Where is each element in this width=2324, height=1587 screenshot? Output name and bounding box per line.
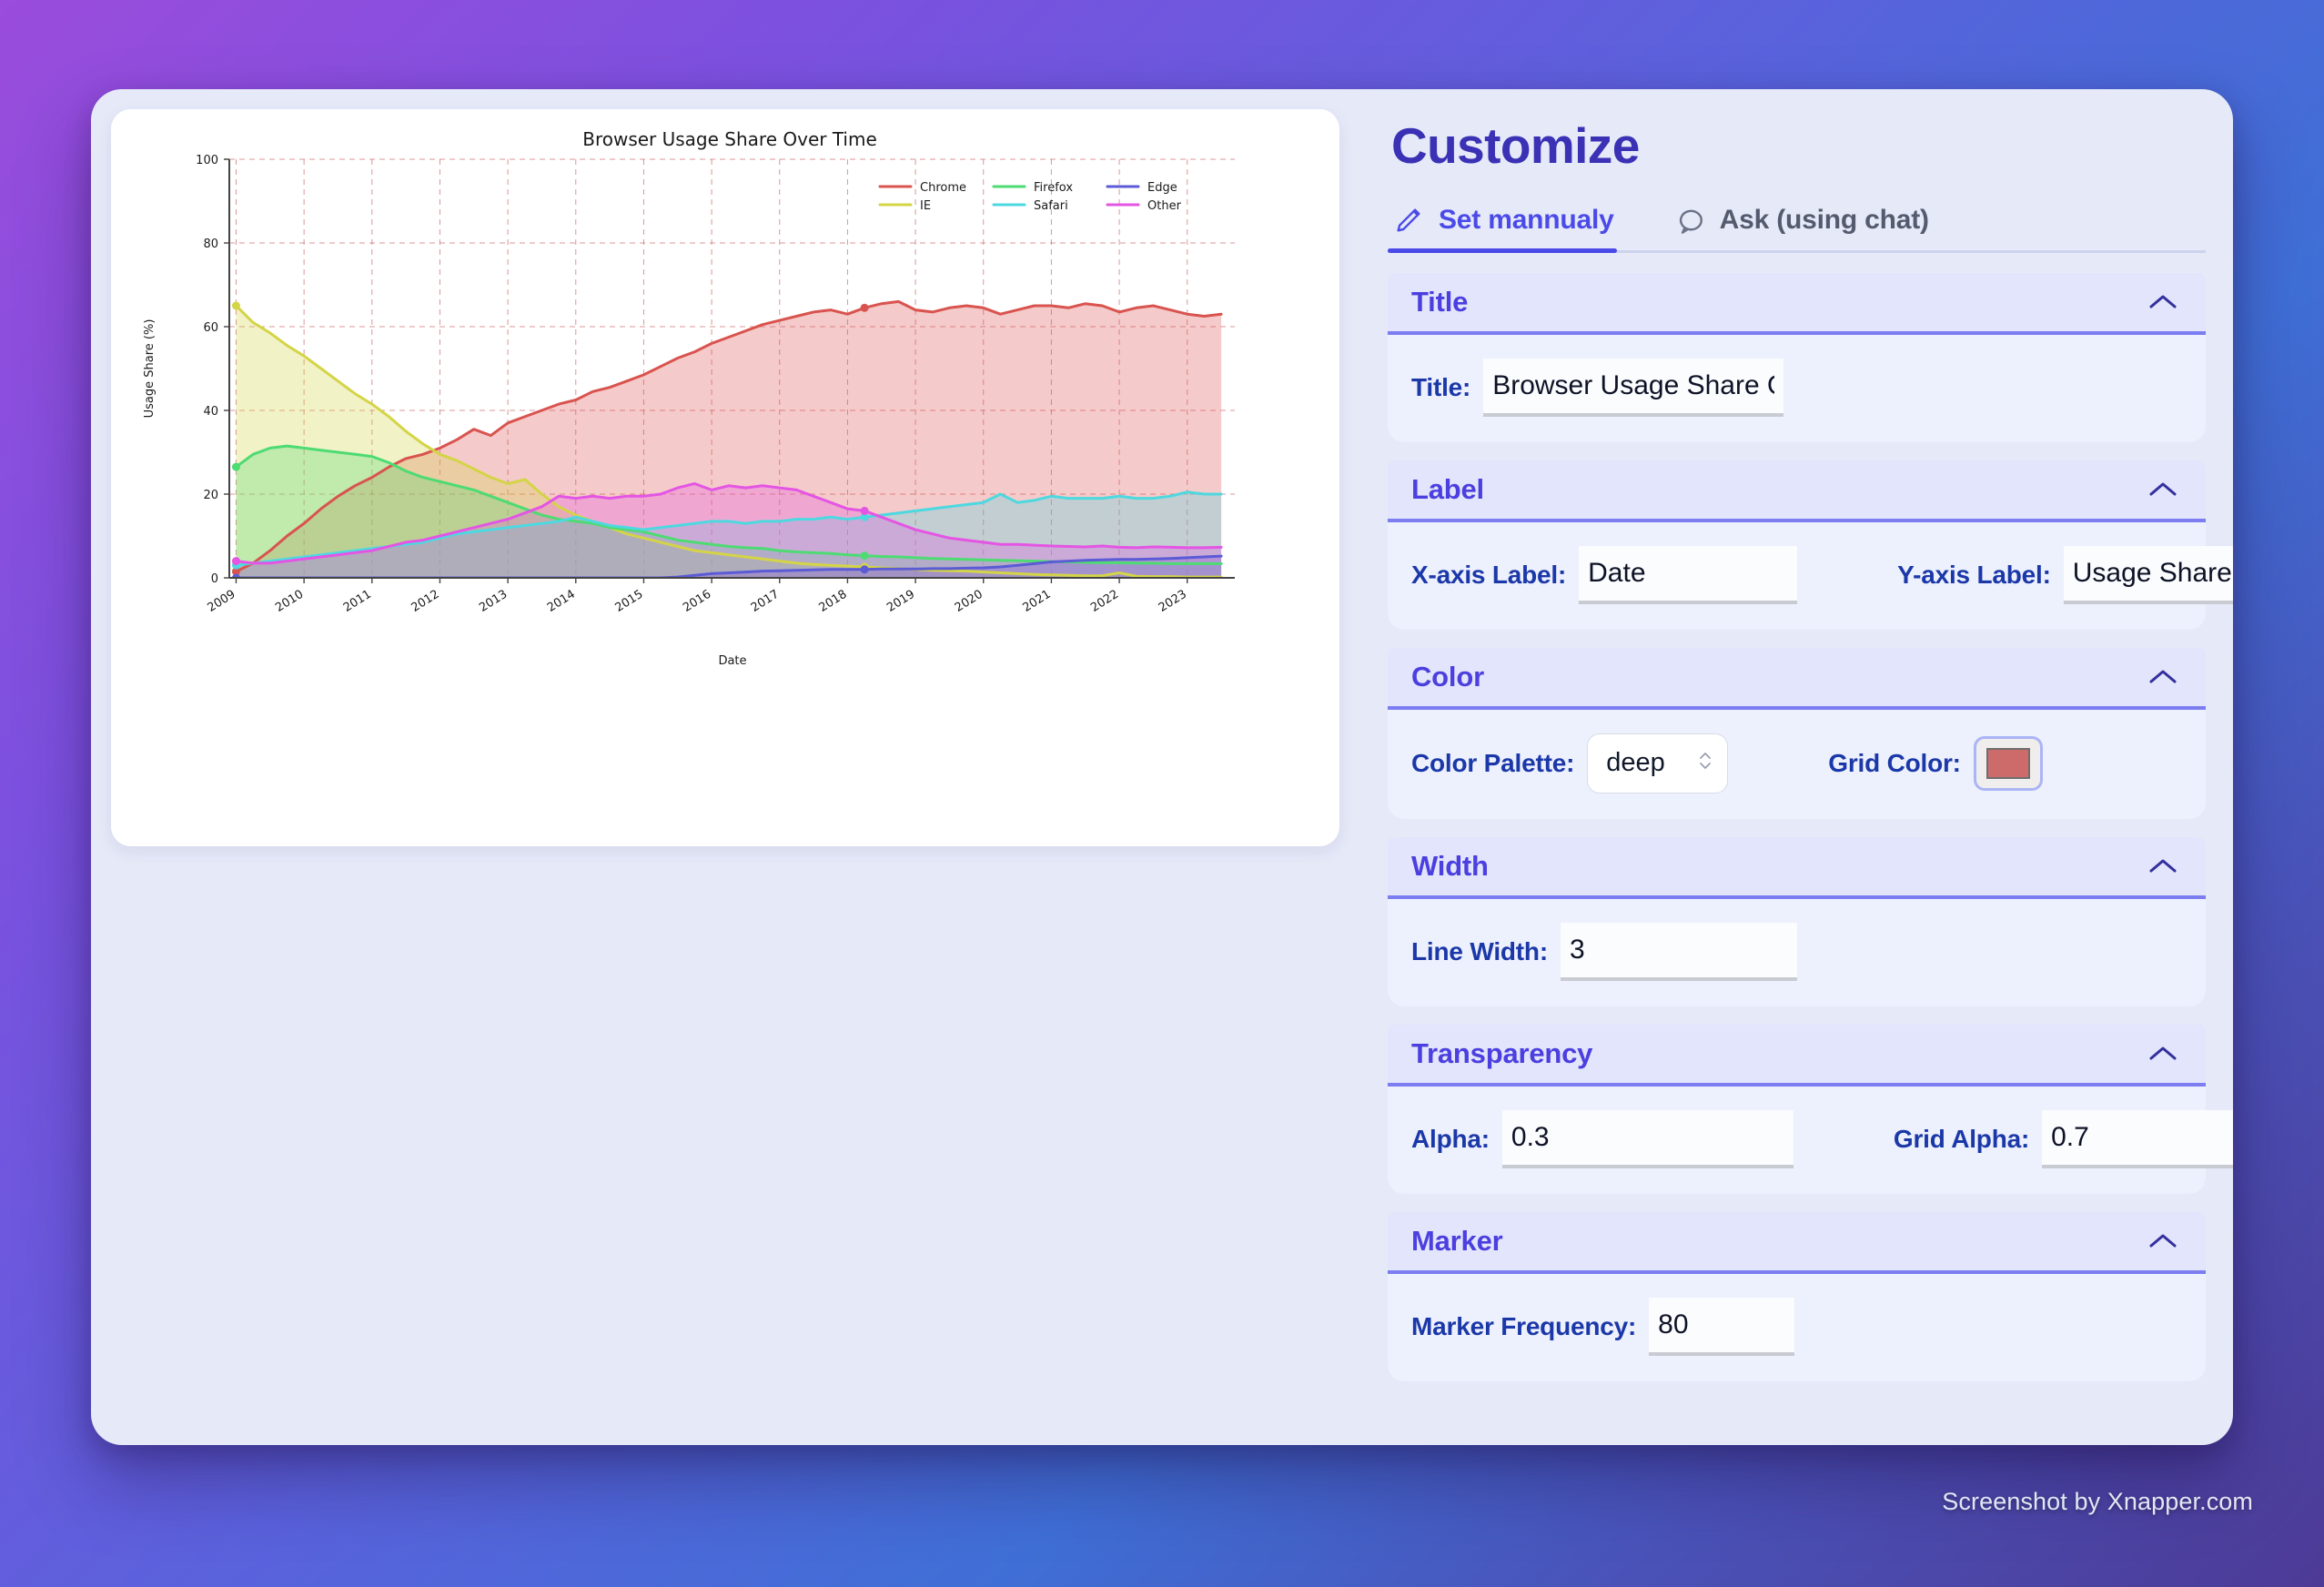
app-window: Browser Usage Share Over Time 0 20 40 60 80 1… bbox=[91, 89, 2233, 1445]
svg-text:100: 100 bbox=[196, 154, 218, 167]
svg-text:0: 0 bbox=[211, 572, 218, 586]
section-color-name: Color bbox=[1411, 660, 1484, 692]
field-alpha: Alpha: bbox=[1411, 1109, 1794, 1168]
section-marker: Marker Marker Frequency: bbox=[1388, 1211, 2206, 1381]
title-input[interactable] bbox=[1483, 358, 1784, 417]
field-title: Title: bbox=[1411, 358, 1784, 417]
section-title-name: Title bbox=[1411, 285, 1469, 318]
chat-bubble-icon bbox=[1674, 205, 1705, 236]
chevron-up-icon[interactable] bbox=[2147, 292, 2178, 312]
chevron-up-icon[interactable] bbox=[2147, 480, 2178, 500]
chevron-up-icon[interactable] bbox=[2147, 1231, 2178, 1251]
stepper-chevrons-icon[interactable] bbox=[1698, 747, 1713, 779]
line-width-input[interactable] bbox=[1560, 922, 1797, 981]
field-grid-color: Grid Color: bbox=[1828, 735, 2043, 791]
marker-frequency-field-label: Marker Frequency: bbox=[1411, 1311, 1637, 1340]
section-transparency-body: Alpha: Grid Alpha: bbox=[1388, 1086, 2233, 1194]
svg-text:20: 20 bbox=[203, 489, 218, 502]
section-width-header[interactable]: Width bbox=[1388, 836, 2206, 899]
grid-color-picker[interactable] bbox=[1973, 735, 2043, 791]
section-transparency: Transparency Alpha: Grid Alpha: bbox=[1388, 1024, 2233, 1194]
section-title-body: Title: bbox=[1388, 334, 2206, 442]
y-axis-label: Usage Share (%) bbox=[143, 319, 157, 419]
section-label-name: Label bbox=[1411, 472, 1484, 505]
color-palette-field-label: Color Palette: bbox=[1411, 748, 1575, 777]
section-marker-body: Marker Frequency: bbox=[1388, 1273, 2206, 1381]
color-palette-select[interactable]: deep bbox=[1587, 733, 1729, 794]
section-width: Width Line Width: bbox=[1388, 836, 2206, 1006]
marker-frequency-input[interactable] bbox=[1649, 1297, 1795, 1356]
chart-svg: Browser Usage Share Over Time 0 20 40 60 80 1… bbox=[111, 109, 1339, 846]
x-axis-label-input[interactable] bbox=[1579, 545, 1798, 604]
tab-set-manually[interactable]: Set mannualy bbox=[1391, 197, 1620, 250]
section-color-header[interactable]: Color bbox=[1388, 647, 2206, 710]
watermark: Screenshot by Xnapper.com bbox=[1942, 1488, 2253, 1515]
section-label-body: X-axis Label: Y-axis Label: bbox=[1388, 521, 2233, 630]
section-width-body: Line Width: bbox=[1388, 898, 2206, 1006]
tab-bar: Set mannualy Ask (using chat) bbox=[1388, 197, 2206, 253]
svg-text:Chrome: Chrome bbox=[920, 181, 966, 195]
svg-text:40: 40 bbox=[203, 405, 218, 419]
svg-text:Firefox: Firefox bbox=[1034, 181, 1073, 195]
title-field-label: Title: bbox=[1411, 372, 1471, 401]
tab-ask-chat-label: Ask (using chat) bbox=[1719, 204, 1929, 235]
chart-card: Browser Usage Share Over Time 0 20 40 60 80 1… bbox=[111, 109, 1339, 846]
chevron-up-icon[interactable] bbox=[2147, 667, 2178, 687]
grid-color-swatch bbox=[1986, 747, 2030, 779]
chart-title: Browser Usage Share Over Time bbox=[582, 128, 877, 150]
svg-text:60: 60 bbox=[203, 321, 218, 335]
chevron-up-icon[interactable] bbox=[2147, 856, 2178, 876]
field-y-axis-label: Y-axis Label: bbox=[1897, 545, 2233, 604]
field-marker-frequency: Marker Frequency: bbox=[1411, 1297, 1795, 1356]
alpha-input[interactable] bbox=[1501, 1109, 1794, 1168]
alpha-field-label: Alpha: bbox=[1411, 1124, 1490, 1153]
section-title: Title Title: bbox=[1388, 272, 2206, 442]
line-width-field-label: Line Width: bbox=[1411, 936, 1548, 965]
chart-pane: Browser Usage Share Over Time 0 20 40 60 80 1… bbox=[91, 89, 1360, 1445]
sections-list: Title Title: Label bbox=[1388, 272, 2233, 1381]
tab-ask-chat[interactable]: Ask (using chat) bbox=[1672, 197, 1935, 250]
section-marker-header[interactable]: Marker bbox=[1388, 1211, 2206, 1274]
section-marker-name: Marker bbox=[1411, 1224, 1503, 1257]
svg-text:IE: IE bbox=[920, 199, 931, 213]
svg-text:80: 80 bbox=[203, 238, 218, 251]
color-palette-value: deep bbox=[1606, 748, 1665, 777]
section-color: Color Color Palette: deep Grid Color: bbox=[1388, 647, 2206, 819]
field-grid-alpha: Grid Alpha: bbox=[1893, 1109, 2233, 1168]
field-x-axis-label: X-axis Label: bbox=[1411, 545, 1798, 604]
field-line-width: Line Width: bbox=[1411, 922, 1797, 981]
section-transparency-header[interactable]: Transparency bbox=[1388, 1024, 2206, 1087]
section-width-name: Width bbox=[1411, 849, 1489, 882]
svg-text:Other: Other bbox=[1147, 199, 1182, 213]
customize-panel: Customize Set mannualy Ask (using chat) … bbox=[1360, 89, 2233, 1445]
section-label-header[interactable]: Label bbox=[1388, 460, 2206, 522]
pencil-icon bbox=[1393, 205, 1424, 236]
chevron-up-icon[interactable] bbox=[2147, 1044, 2178, 1064]
section-label: Label X-axis Label: Y-axis Label: bbox=[1388, 460, 2233, 630]
x-axis-field-label: X-axis Label: bbox=[1411, 560, 1567, 589]
svg-text:Edge: Edge bbox=[1147, 181, 1177, 195]
grid-color-field-label: Grid Color: bbox=[1828, 748, 1961, 777]
section-transparency-name: Transparency bbox=[1411, 1036, 1593, 1069]
y-axis-field-label: Y-axis Label: bbox=[1897, 560, 2051, 589]
x-axis-label: Date bbox=[718, 654, 746, 668]
section-color-body: Color Palette: deep Grid Color: bbox=[1388, 709, 2206, 819]
svg-text:Safari: Safari bbox=[1034, 199, 1068, 213]
y-axis-label-input[interactable] bbox=[2063, 545, 2233, 604]
page-title: Customize bbox=[1391, 117, 1640, 174]
section-title-header[interactable]: Title bbox=[1388, 272, 2206, 335]
grid-alpha-input[interactable] bbox=[2042, 1109, 2233, 1168]
tab-set-manually-label: Set mannualy bbox=[1439, 204, 1614, 235]
field-color-palette: Color Palette: deep bbox=[1411, 733, 1729, 794]
grid-alpha-field-label: Grid Alpha: bbox=[1893, 1124, 2030, 1153]
